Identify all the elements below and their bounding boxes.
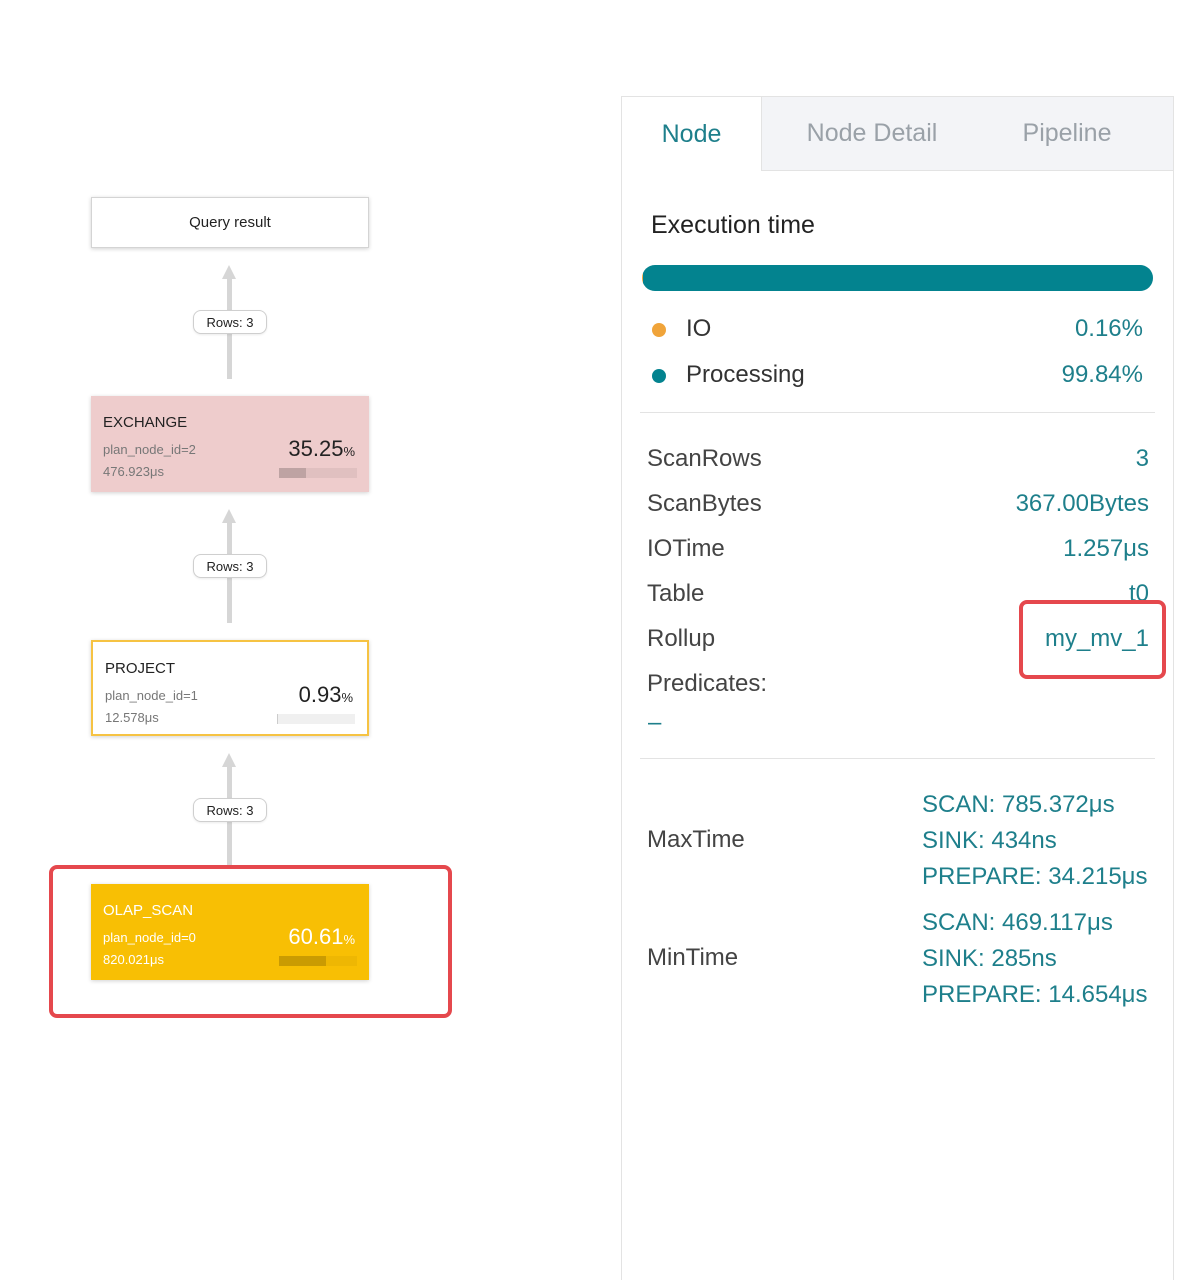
min-time-label: MinTime <box>647 944 739 971</box>
stat-key: IOTime <box>647 535 725 562</box>
edge-arrow-icon <box>222 509 236 523</box>
execution-time-bar <box>642 265 1153 291</box>
query-result-node[interactable]: Query result <box>91 197 369 248</box>
max-time-prepare: PREPARE: 34.215μs <box>922 863 1148 890</box>
stat-row: ScanBytes 367.00Bytes <box>647 490 1149 522</box>
stat-key: Table <box>647 580 705 607</box>
processing-dot-icon <box>652 369 666 383</box>
stat-value: 1.257μs <box>1063 535 1149 562</box>
max-time-label: MaxTime <box>647 826 745 853</box>
node-plan-id: plan_node_id=1 <box>105 688 198 703</box>
divider <box>640 412 1155 413</box>
legend-io-value: 0.16% <box>1074 315 1143 342</box>
edge-arrow-icon <box>222 753 236 767</box>
processing-segment <box>642 265 1153 291</box>
stat-key: ScanBytes <box>647 490 762 517</box>
predicates-value: – <box>648 709 662 736</box>
stat-key: Rollup <box>647 625 716 652</box>
max-time-scan: SCAN: 785.372μs <box>922 791 1115 818</box>
node-name: PROJECT <box>105 660 176 677</box>
min-time-scan: SCAN: 469.117μs <box>922 909 1113 936</box>
node-percent: 0.93% <box>298 682 353 707</box>
legend-processing-label: Processing <box>686 361 805 388</box>
max-time-values: SCAN: 785.372μs SINK: 434ns PREPARE: 34.… <box>922 787 1148 895</box>
legend-processing-value: 99.84% <box>1061 361 1143 388</box>
node-time: 12.578μs <box>105 710 159 725</box>
plan-node-project[interactable]: PROJECT plan_node_id=1 12.578μs 0.93% <box>91 640 369 736</box>
io-dot-icon <box>652 323 666 337</box>
stat-row: ScanRows 3 <box>647 445 1149 477</box>
node-percent-bar <box>277 714 355 724</box>
tab-pipeline[interactable]: Pipeline <box>982 97 1152 170</box>
highlight-box-rollup <box>1019 600 1166 679</box>
tab-node-detail[interactable]: Node Detail <box>762 97 982 170</box>
node-percent-bar <box>279 468 357 478</box>
node-percent: 35.25% <box>288 436 355 461</box>
legend-processing: Processing 99.84% <box>652 361 1143 391</box>
plan-node-exchange[interactable]: EXCHANGE plan_node_id=2 476.923μs 35.25% <box>91 396 369 492</box>
node-info-panel: Node Node Detail Pipeline Execution time… <box>621 96 1174 1280</box>
query-result-label: Query result <box>189 214 271 231</box>
stat-row: IOTime 1.257μs <box>647 535 1149 567</box>
highlight-box-olap-scan <box>49 865 452 1018</box>
edge-rows-label: Rows: 3 <box>193 310 267 334</box>
edge-arrow-icon <box>222 265 236 279</box>
node-name: EXCHANGE <box>103 414 188 431</box>
legend-io: IO 0.16% <box>652 315 1143 345</box>
edge-rows-label: Rows: 3 <box>193 798 267 822</box>
tab-node[interactable]: Node <box>622 97 762 171</box>
stat-value: 3 <box>1135 445 1149 472</box>
edge-rows-label: Rows: 3 <box>193 554 267 578</box>
min-time-prepare: PREPARE: 14.654μs <box>922 981 1148 1008</box>
execution-time-title: Execution time <box>651 211 815 239</box>
legend-io-label: IO <box>686 315 712 342</box>
divider <box>640 758 1155 759</box>
stat-value: 367.00Bytes <box>1015 490 1149 517</box>
node-time: 476.923μs <box>103 464 164 479</box>
min-time-sink: SINK: 285ns <box>922 945 1057 972</box>
stat-key: Predicates: <box>647 670 768 697</box>
stat-key: ScanRows <box>647 445 762 472</box>
node-plan-id: plan_node_id=2 <box>103 442 196 457</box>
max-time-sink: SINK: 434ns <box>922 827 1057 854</box>
panel-tab-bar: Node Node Detail Pipeline <box>622 97 1173 171</box>
min-time-values: SCAN: 469.117μs SINK: 285ns PREPARE: 14.… <box>922 905 1148 1013</box>
